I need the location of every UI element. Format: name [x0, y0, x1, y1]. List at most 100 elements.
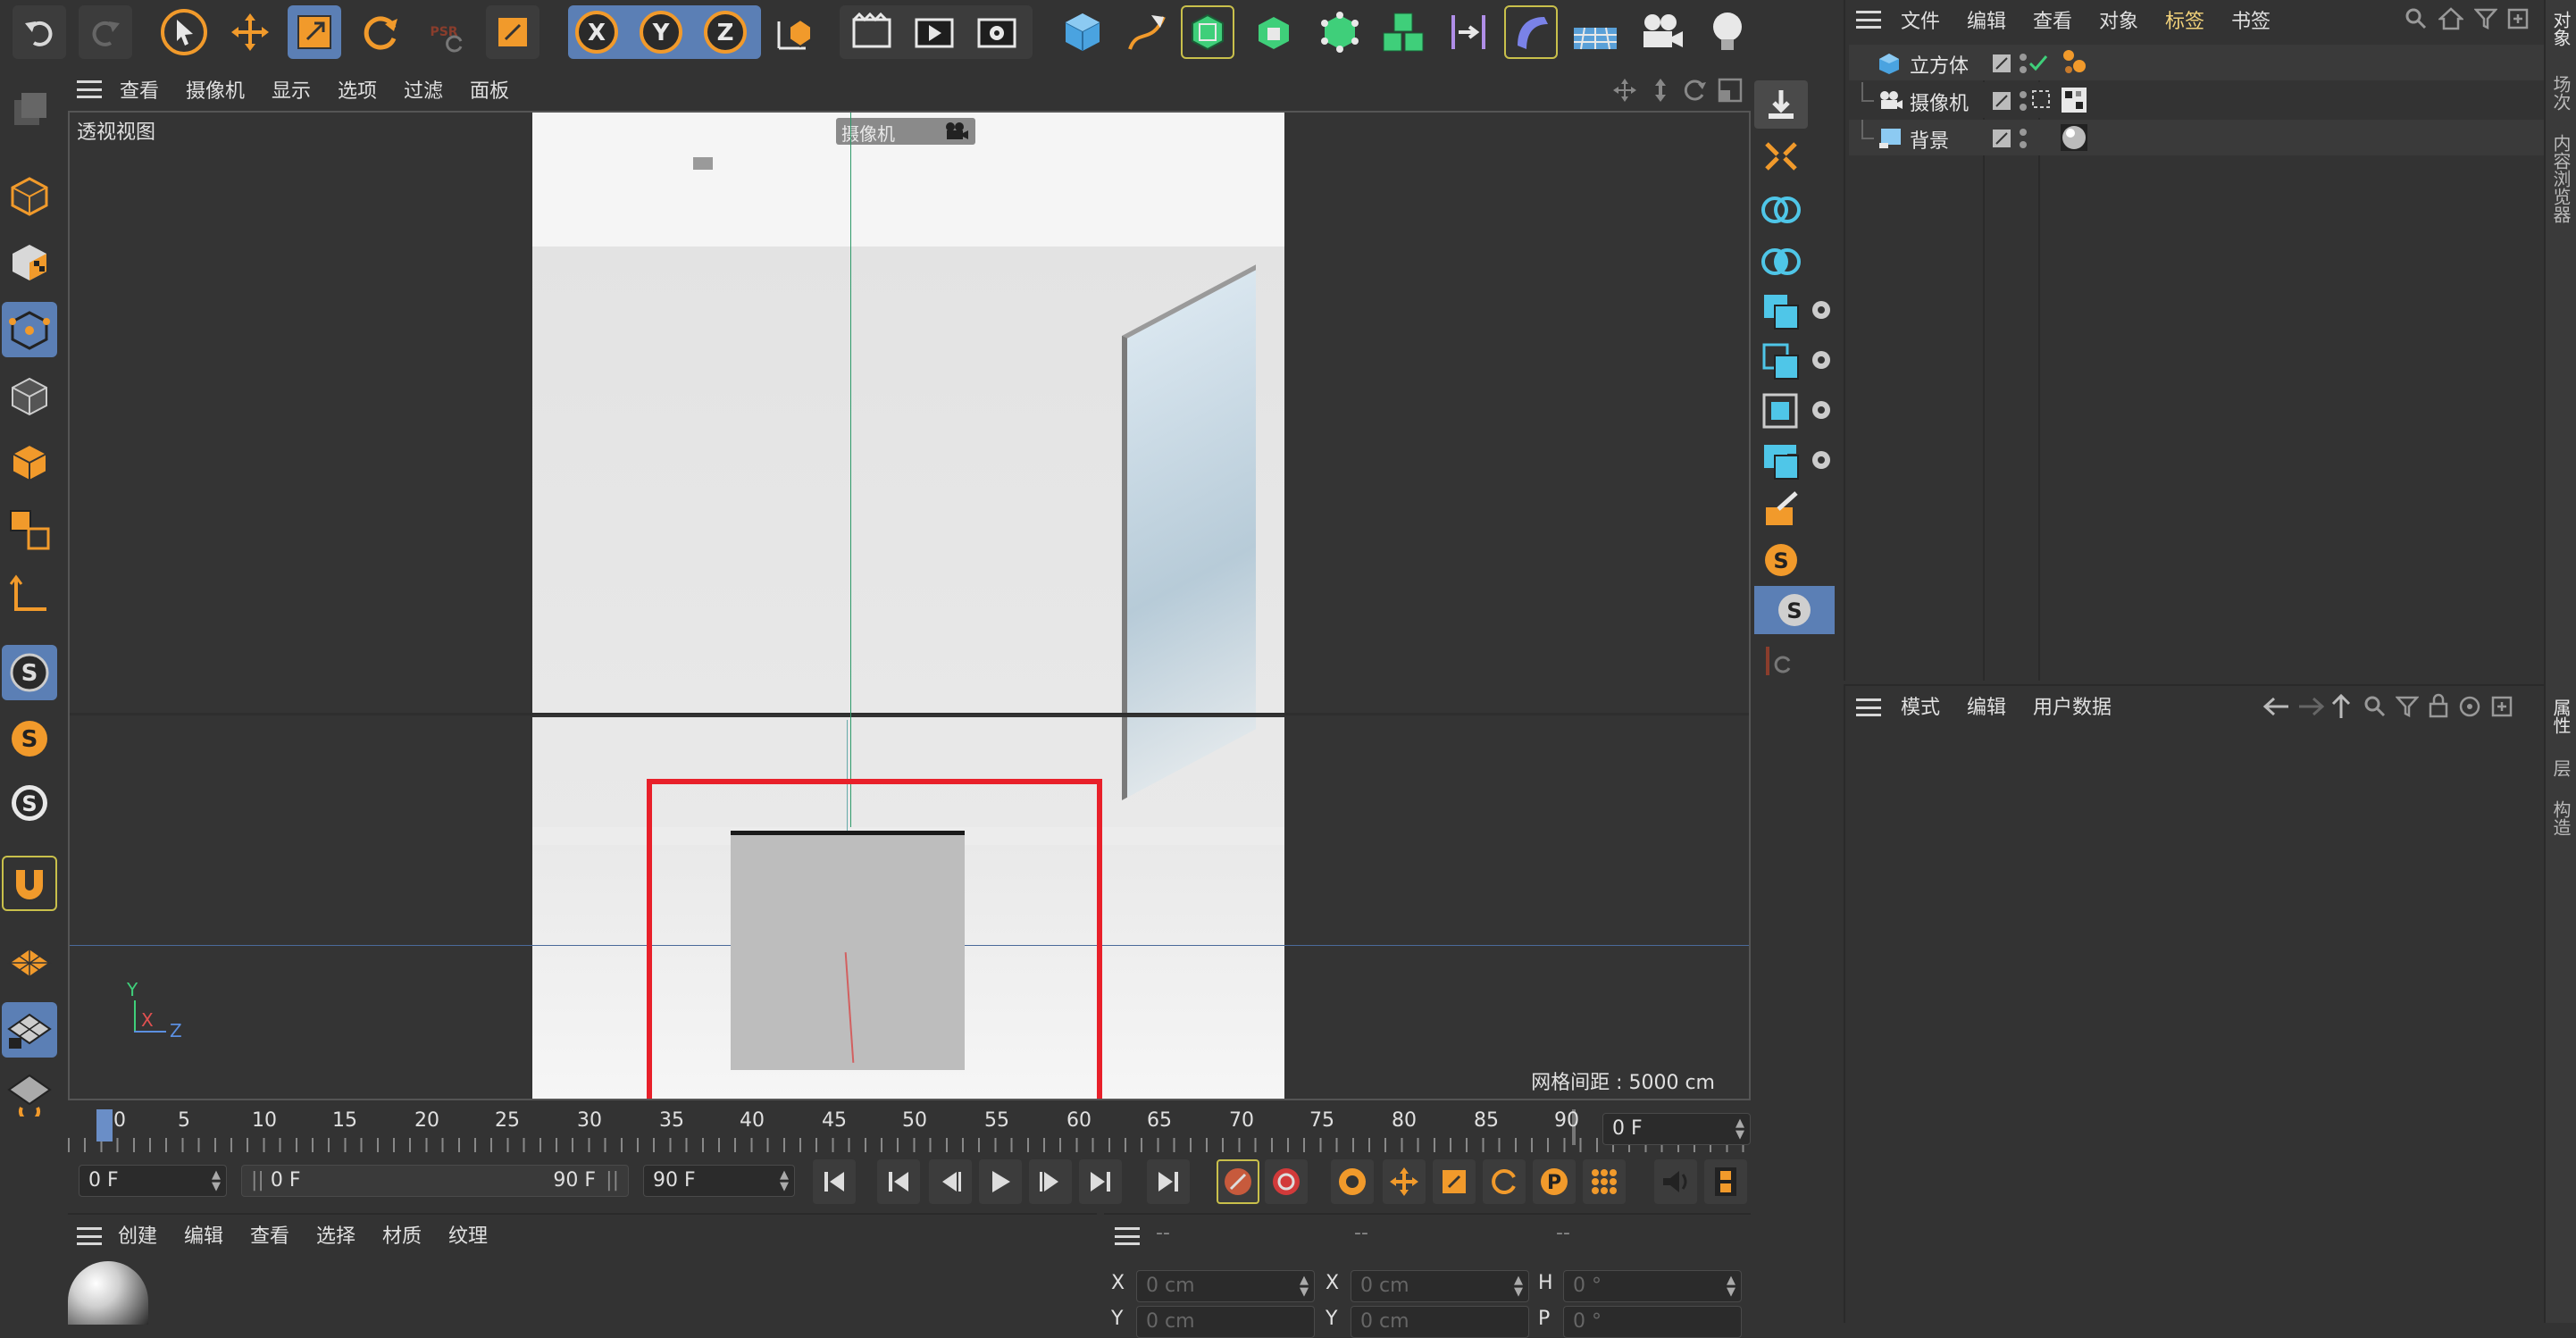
- instance-icon-3[interactable]: [1754, 388, 1808, 436]
- workplane-rotate-icon[interactable]: [2, 1066, 57, 1122]
- snap-s-icon-1[interactable]: S: [2, 645, 57, 700]
- attribute-menu-userdata[interactable]: 用户数据: [2033, 691, 2112, 720]
- object-menu-hamburger-icon[interactable]: [1856, 11, 1881, 29]
- subdivision-icon[interactable]: [1181, 5, 1234, 59]
- coord-menu-hamburger-icon[interactable]: [1115, 1227, 1140, 1245]
- attribute-menu-hamburger-icon[interactable]: [1856, 698, 1881, 716]
- record-keys-button[interactable]: [1217, 1159, 1259, 1204]
- tab-layers[interactable]: 层: [2547, 759, 2574, 777]
- polygons-mode-icon[interactable]: [2, 434, 57, 489]
- up-arrow-icon[interactable]: [2329, 693, 2353, 720]
- render-view-icon[interactable]: [907, 5, 961, 59]
- gear-icon-2[interactable]: [1808, 347, 1835, 373]
- go-to-end-button[interactable]: [1147, 1159, 1190, 1204]
- material-menu-select[interactable]: 选择: [316, 1220, 355, 1249]
- snap-s-orange-icon[interactable]: S: [1754, 536, 1808, 584]
- frame-range-slider[interactable]: || 0 F 90 F ||: [241, 1165, 629, 1197]
- tab-attributes[interactable]: 属性: [2547, 698, 2574, 734]
- object-menu-edit[interactable]: 编辑: [1967, 5, 2006, 34]
- tab-content-browser[interactable]: 内容浏览器: [2547, 134, 2574, 223]
- filter-icon[interactable]: [2474, 7, 2497, 30]
- extrude-icon[interactable]: [1247, 5, 1301, 59]
- object-row-camera[interactable]: 摄像机: [1849, 82, 2544, 118]
- viewport-menu-filter[interactable]: 过滤: [404, 75, 443, 104]
- tab-objects[interactable]: 对象: [2547, 11, 2574, 46]
- light-icon[interactable]: [1701, 5, 1754, 59]
- key-pla-button[interactable]: [1583, 1159, 1626, 1204]
- material-menu-texture[interactable]: 纹理: [448, 1220, 488, 1249]
- cube-primitive-icon[interactable]: [1056, 5, 1109, 59]
- gear-icon-1[interactable]: [1808, 297, 1835, 323]
- play-button[interactable]: [979, 1159, 1022, 1204]
- key-position-button[interactable]: [1383, 1159, 1426, 1204]
- key-scale-button[interactable]: [1433, 1159, 1476, 1204]
- back-arrow-icon[interactable]: [2262, 695, 2292, 718]
- viewport-pan-icon[interactable]: [1611, 77, 1638, 104]
- timeline-film-button[interactable]: [1704, 1159, 1747, 1204]
- material-menu-view[interactable]: 查看: [250, 1220, 289, 1249]
- model-mode-icon[interactable]: [2, 168, 57, 223]
- spinner-icon[interactable]: ▲ ▼: [780, 1169, 789, 1192]
- sound-button[interactable]: [1654, 1159, 1697, 1204]
- edit-toggle-icon[interactable]: [1992, 91, 2011, 111]
- viewport[interactable]: 透视视图 摄像机 Y X Z 网格间距 : 5000 cm: [68, 111, 1751, 1100]
- deformer-icon[interactable]: [1504, 5, 1558, 59]
- key-rotation-button[interactable]: [1483, 1159, 1526, 1204]
- coord-rot-p-field[interactable]: 0 °: [1563, 1306, 1742, 1338]
- camera-tag-icon[interactable]: [2060, 86, 2088, 114]
- spinner-icon[interactable]: ▲ ▼: [1514, 1275, 1523, 1298]
- coord-pos-y-field[interactable]: 0 cm: [1136, 1306, 1315, 1338]
- start-frame-field[interactable]: 0 F ▲ ▼: [79, 1165, 227, 1197]
- object-row-cube[interactable]: 立方体: [1849, 45, 2544, 80]
- prev-frame-button[interactable]: [929, 1159, 972, 1204]
- points-mode-icon[interactable]: [2, 302, 57, 357]
- timeline[interactable]: [68, 1104, 1751, 1152]
- magnet-snap-icon[interactable]: [2, 856, 57, 911]
- attribute-menu-edit[interactable]: 编辑: [1967, 691, 2006, 720]
- edit-toggle-icon[interactable]: [1992, 129, 2011, 148]
- prev-key-button[interactable]: [877, 1159, 920, 1204]
- snap-s-gray-icon[interactable]: S: [1754, 586, 1835, 634]
- material-menu-edit[interactable]: 编辑: [184, 1220, 223, 1249]
- brush-icon[interactable]: [1754, 486, 1808, 534]
- pen-spline-icon[interactable]: [1120, 5, 1174, 59]
- move-icon[interactable]: [223, 5, 277, 59]
- make-editable-icon[interactable]: [1754, 80, 1808, 129]
- phong-tag-icon[interactable]: [2060, 48, 2088, 77]
- spinner-icon[interactable]: ▲ ▼: [1727, 1275, 1735, 1298]
- snap-s-icon-3[interactable]: S: [2, 775, 57, 831]
- object-menu-tag[interactable]: 标签: [2165, 5, 2204, 34]
- viewport-menu-panel[interactable]: 面板: [470, 75, 509, 104]
- object-row-background[interactable]: 背景: [1849, 120, 2544, 155]
- boole-icon-2[interactable]: [1754, 238, 1808, 286]
- search-icon[interactable]: [2405, 7, 2428, 30]
- coord-size-y-field[interactable]: 0 cm: [1351, 1306, 1529, 1338]
- keyframe-selection-button[interactable]: [1331, 1159, 1374, 1204]
- select-cursor-icon[interactable]: [157, 5, 211, 59]
- go-to-start-button[interactable]: [813, 1159, 856, 1204]
- snap-s-icon-2[interactable]: S: [2, 711, 57, 766]
- attribute-filter-icon[interactable]: [2396, 695, 2419, 718]
- viewport-dolly-icon[interactable]: [1647, 77, 1674, 104]
- visibility-dots-icon[interactable]: [2017, 89, 2029, 113]
- render-settings-icon[interactable]: [970, 5, 1024, 59]
- symmetry-icon[interactable]: [1442, 5, 1495, 59]
- tab-takes[interactable]: 场次: [2547, 75, 2574, 111]
- visibility-dots-icon[interactable]: [2017, 127, 2029, 150]
- end-frame-field[interactable]: 90 F ▲ ▼: [643, 1165, 795, 1197]
- viewport-menu-display[interactable]: 显示: [272, 75, 311, 104]
- material-tag-icon[interactable]: [2060, 123, 2088, 152]
- redo-icon[interactable]: [79, 5, 132, 59]
- cloner-icon[interactable]: [1313, 5, 1367, 59]
- edit-toggle-icon[interactable]: [1992, 54, 2011, 73]
- undo-icon[interactable]: [13, 5, 66, 59]
- target-tag-icon[interactable]: [2031, 89, 2051, 109]
- material-menu-material[interactable]: 材质: [382, 1220, 422, 1249]
- workplane-icon[interactable]: [2, 936, 57, 991]
- spinner-icon[interactable]: ▲ ▼: [1735, 1117, 1744, 1141]
- viewport-maximize-icon[interactable]: [1717, 77, 1744, 104]
- lock-icon[interactable]: [2428, 693, 2449, 718]
- forward-arrow-icon[interactable]: [2296, 695, 2326, 718]
- viewport-menu-options[interactable]: 选项: [338, 75, 377, 104]
- coord-rot-h-field[interactable]: 0 ° ▲ ▼: [1563, 1270, 1742, 1302]
